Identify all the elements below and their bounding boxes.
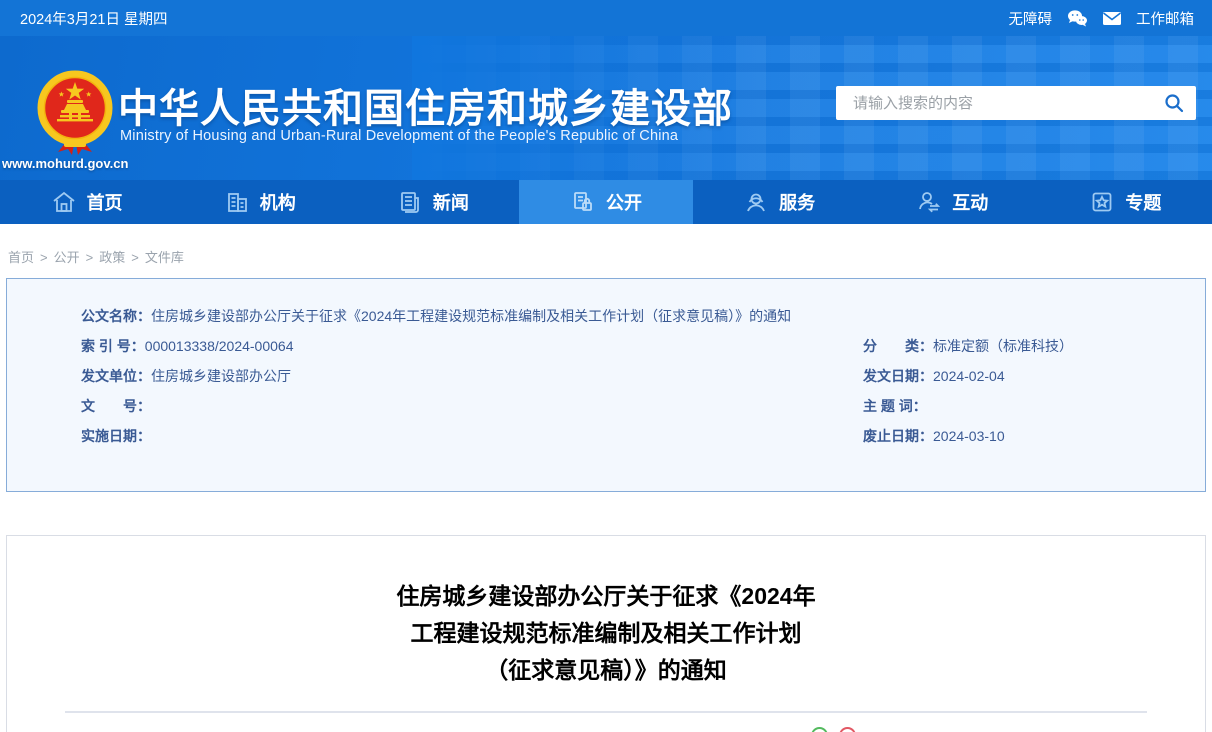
site-title: 中华人民共和国住房和城乡建设部 (118, 87, 733, 131)
title-divider (65, 711, 1147, 713)
doc-issuing-unit: 发文单位： 住房城乡建设部办公厅 (81, 361, 863, 391)
doc-label: 文 号： (81, 398, 151, 414)
doc-label: 索 引 号： (81, 338, 145, 354)
nav-item-news[interactable]: 新闻 (346, 180, 519, 224)
current-date: 2024年3月21日 星期四 (20, 11, 168, 28)
national-emblem-logo[interactable] (36, 68, 114, 161)
nav-label: 机构 (259, 193, 296, 213)
doc-label: 主 题 词： (863, 398, 927, 414)
article-box: 住房城乡建设部办公厅关于征求《2024年 工程建设规范标准编制及相关工作计划 （… (6, 535, 1206, 732)
breadcrumb-disclosure[interactable]: 公开 (54, 250, 80, 265)
article-title: 住房城乡建设部办公厅关于征求《2024年 工程建设规范标准编制及相关工作计划 （… (7, 578, 1205, 689)
doc-index-number: 索 引 号： 000013338/2024-00064 (81, 331, 863, 361)
doc-label: 实施日期： (81, 428, 151, 444)
doc-label: 发文单位： (81, 368, 151, 384)
home-icon (51, 189, 77, 215)
doc-name-row: 公文名称： 住房城乡建设部办公厅关于征求《2024年工程建设规范标准编制及相关工… (81, 301, 1185, 331)
work-mailbox-link[interactable]: 工作邮箱 (1136, 8, 1194, 29)
site-url: www.mohurd.gov.cn (2, 156, 129, 171)
nav-item-home[interactable]: 首页 (0, 180, 173, 224)
doc-value: 2024-02-04 (933, 368, 1005, 384)
article-title-line: 住房城乡建设部办公厅关于征求《2024年 (396, 583, 816, 609)
nav-item-interaction[interactable]: 互动 (866, 180, 1039, 224)
doc-number: 文 号： (81, 391, 863, 421)
breadcrumb-library[interactable]: 文件库 (145, 250, 184, 265)
breadcrumb-separator: > (85, 250, 94, 265)
doc-info-row: 文 号： 主 题 词： (81, 391, 1185, 421)
document-info-box: 公文名称： 住房城乡建设部办公厅关于征求《2024年工程建设规范标准编制及相关工… (6, 278, 1206, 492)
doc-issue-date: 发文日期： 2024-02-04 (863, 361, 1185, 391)
topbar: 2024年3月21日 星期四 无障碍 工作邮箱 (0, 0, 1212, 36)
doc-info-row: 发文单位： 住房城乡建设部办公厅 发文日期： 2024-02-04 (81, 361, 1185, 391)
doc-info-row: 实施日期： 废止日期： 2024-03-10 (81, 421, 1185, 451)
site-header: www.mohurd.gov.cn 中华人民共和国住房和城乡建设部 Minist… (0, 36, 1212, 180)
accessibility-link[interactable]: 无障碍 (1009, 8, 1053, 29)
page: 2024年3月21日 星期四 无障碍 工作邮箱 www.mohurd.gov.c… (0, 0, 1212, 732)
nav-label: 服务 (779, 193, 816, 213)
doc-value: 标准定额（标准科技） (933, 338, 1073, 354)
nav-label: 公开 (605, 193, 642, 213)
doc-repeal-date: 废止日期： 2024-03-10 (863, 421, 1185, 451)
nav-item-disclosure[interactable]: 公开 (519, 180, 693, 224)
search-icon[interactable] (1164, 93, 1184, 113)
doc-name-label: 公文名称： (81, 308, 151, 324)
breadcrumb-separator: > (40, 250, 48, 265)
news-icon (397, 189, 423, 215)
nav-label: 新闻 (432, 193, 469, 213)
breadcrumb-separator: > (131, 250, 139, 265)
breadcrumb: 首页 > 公开 > 政策 > 文件库 (0, 224, 1212, 278)
nav-label: 首页 (86, 193, 123, 213)
doc-label: 发文日期： (863, 368, 933, 384)
mail-icon[interactable] (1102, 11, 1122, 26)
service-icon (743, 189, 769, 215)
breadcrumb-policy[interactable]: 政策 (99, 250, 125, 265)
nav-item-service[interactable]: 服务 (693, 180, 866, 224)
weibo-share-icon[interactable] (839, 727, 856, 732)
topbar-right: 无障碍 工作邮箱 (1009, 8, 1194, 29)
doc-info-row: 索 引 号： 000013338/2024-00064 分 类： 标准定额（标准… (81, 331, 1185, 361)
search-box (836, 86, 1196, 120)
main-nav: 首页 机构 新闻 公开 服务 互动 专题 (0, 180, 1212, 224)
doc-label: 废止日期： (863, 428, 933, 444)
article-title-line: 工程建设规范标准编制及相关工作计划 (410, 620, 802, 646)
wechat-icon[interactable] (1066, 9, 1088, 27)
nav-label: 互动 (952, 193, 989, 213)
breadcrumb-home[interactable]: 首页 (8, 250, 34, 265)
topics-icon (1089, 189, 1115, 215)
site-title-english: Ministry of Housing and Urban-Rural Deve… (120, 128, 679, 144)
doc-value: 000013338/2024-00064 (144, 338, 294, 354)
article-title-line: （征求意见稿）》的通知 (485, 657, 727, 683)
organization-icon (224, 189, 250, 215)
doc-value: 住房城乡建设部办公厅 (151, 368, 291, 384)
doc-name-value: 住房城乡建设部办公厅关于征求《2024年工程建设规范标准编制及相关工作计划（征求… (151, 308, 792, 324)
nav-item-organization[interactable]: 机构 (173, 180, 346, 224)
doc-implement-date: 实施日期： (81, 421, 863, 451)
nav-item-topics[interactable]: 专题 (1039, 180, 1212, 224)
interaction-icon (916, 189, 942, 215)
search-input[interactable] (836, 86, 1196, 120)
nav-label: 专题 (1125, 193, 1162, 213)
doc-value: 2024-03-10 (933, 428, 1005, 444)
doc-category: 分 类： 标准定额（标准科技） (863, 331, 1185, 361)
wechat-share-icon[interactable] (811, 727, 828, 732)
disclosure-icon (570, 189, 596, 215)
doc-subject-words: 主 题 词： (863, 391, 1185, 421)
doc-label: 分 类： (863, 338, 933, 354)
